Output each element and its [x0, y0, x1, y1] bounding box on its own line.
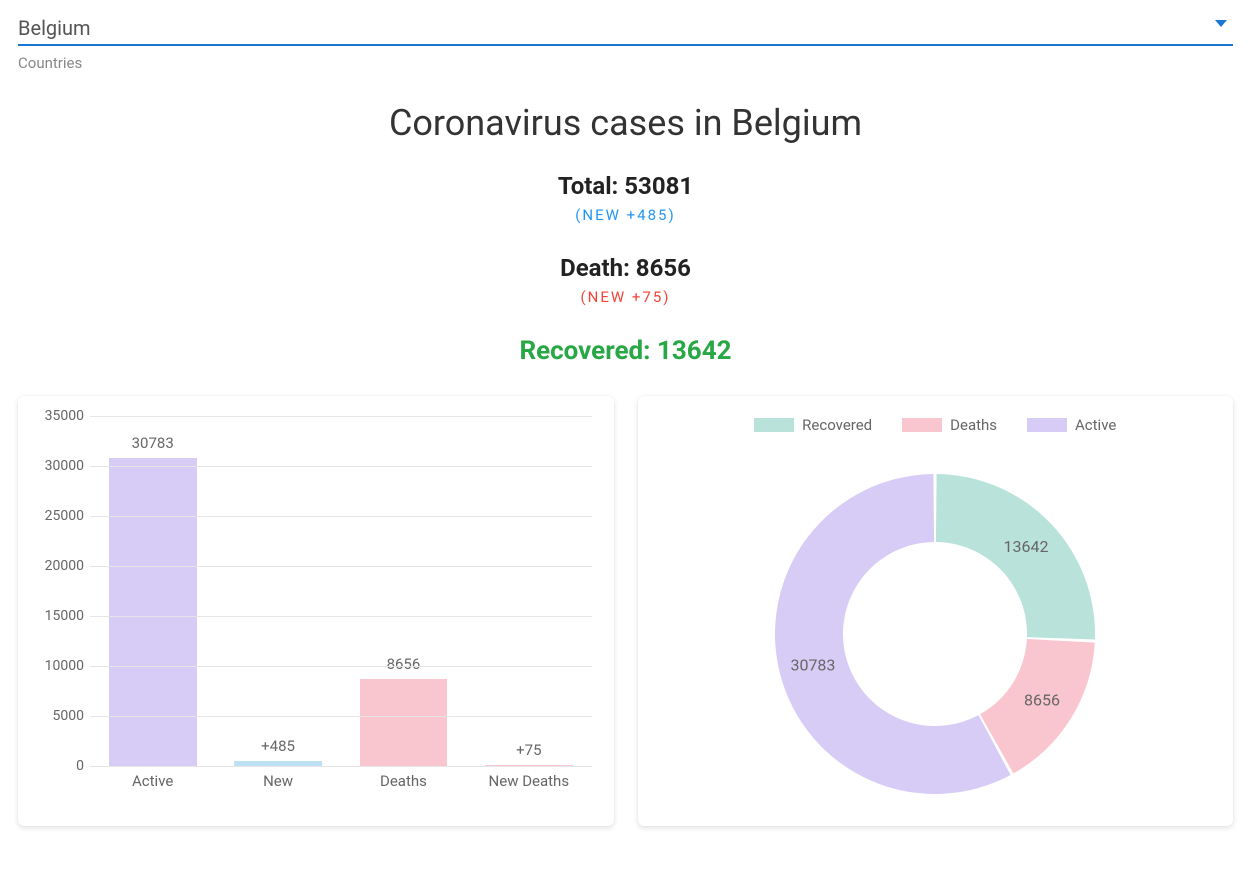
- legend-swatch: [754, 418, 794, 432]
- donut-legend: Recovered Deaths Active: [650, 416, 1222, 434]
- y-tick: 5000: [30, 708, 84, 724]
- bar-slot: 30783: [90, 416, 215, 766]
- bar-value-label: +485: [215, 737, 340, 755]
- country-select-label: Countries: [18, 54, 1233, 72]
- page-title: Coronavirus cases in Belgium: [18, 102, 1233, 144]
- bar-value-label: +75: [466, 741, 591, 759]
- gridline: [90, 466, 592, 467]
- legend-label: Deaths: [950, 416, 997, 434]
- summary-stats: Total: 53081 (NEW +485) Death: 8656 (NEW…: [18, 172, 1233, 366]
- bar-value-label: 30783: [90, 434, 215, 452]
- x-label: New: [215, 772, 340, 796]
- gridline: [90, 666, 592, 667]
- death-new: (NEW +75): [18, 288, 1233, 306]
- gridline: [90, 616, 592, 617]
- donut-slice-label: 8656: [1024, 691, 1060, 710]
- y-tick: 20000: [30, 558, 84, 574]
- legend-item[interactable]: Deaths: [902, 416, 997, 434]
- bar: [109, 458, 197, 766]
- donut-slice-label: 30783: [791, 655, 836, 674]
- legend-swatch: [1027, 418, 1067, 432]
- bar-value-label: 8656: [341, 655, 466, 673]
- legend-label: Recovered: [802, 416, 872, 434]
- chevron-down-icon: [1215, 20, 1227, 27]
- country-select-value: Belgium: [18, 16, 91, 40]
- bar-chart: 05000100001500020000250003000035000 3078…: [30, 416, 602, 796]
- total-cases: Total: 53081: [18, 172, 1233, 200]
- x-label: New Deaths: [466, 772, 591, 796]
- y-tick: 10000: [30, 658, 84, 674]
- y-tick: 25000: [30, 508, 84, 524]
- bar-slot: +485: [215, 416, 340, 766]
- legend-label: Active: [1075, 416, 1116, 434]
- gridline: [90, 516, 592, 517]
- gridline: [90, 766, 592, 767]
- country-select[interactable]: Belgium: [18, 10, 1233, 46]
- gridline: [90, 716, 592, 717]
- gridline: [90, 566, 592, 567]
- donut-slice: [936, 474, 1095, 639]
- legend-item[interactable]: Recovered: [754, 416, 872, 434]
- y-tick: 35000: [30, 408, 84, 424]
- bar-slot: 8656: [341, 416, 466, 766]
- bar-chart-card: 0 5000 10000 15000 20000 25000 30000 35000 3078…: [18, 396, 614, 826]
- legend-swatch: [902, 418, 942, 432]
- donut-slice-label: 13642: [1004, 537, 1049, 556]
- y-tick: 30000: [30, 458, 84, 474]
- x-label: Deaths: [341, 772, 466, 796]
- death-cases: Death: 8656: [18, 254, 1233, 282]
- bar: [360, 679, 448, 766]
- donut-chart: 13642 8656 30783: [735, 444, 1135, 804]
- recovered-cases: Recovered: 13642: [18, 336, 1233, 366]
- y-tick: 0: [30, 758, 84, 774]
- gridline: [90, 416, 592, 417]
- donut-chart-card: Recovered Deaths Active 13642 8656 30783: [638, 396, 1234, 826]
- bar-slot: +75: [466, 416, 591, 766]
- total-new: (NEW +485): [18, 206, 1233, 224]
- y-tick: 15000: [30, 608, 84, 624]
- x-label: Active: [90, 772, 215, 796]
- legend-item[interactable]: Active: [1027, 416, 1116, 434]
